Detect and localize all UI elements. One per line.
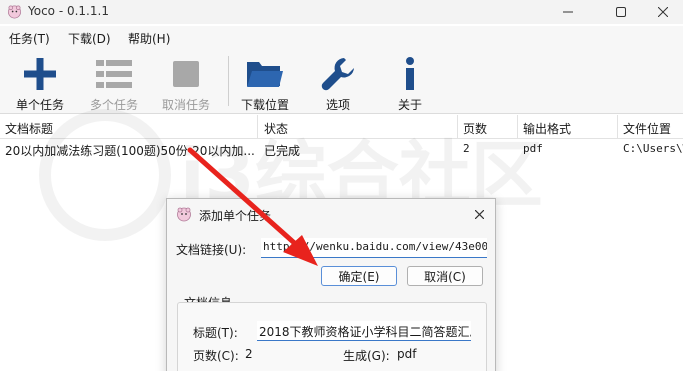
cell-pages: 2: [463, 142, 470, 155]
column-divider[interactable]: [517, 115, 518, 139]
header-location[interactable]: 文件位置: [623, 120, 671, 137]
pages-value: 2: [245, 347, 253, 361]
ok-button[interactable]: 确定(E): [321, 266, 397, 286]
folder-icon: [247, 62, 283, 87]
minimize-icon: [563, 11, 573, 13]
maximize-button[interactable]: [598, 0, 644, 24]
menu-download[interactable]: 下载(D): [68, 30, 111, 47]
cell-format: pdf: [523, 142, 543, 155]
options-button[interactable]: 选项: [310, 48, 366, 114]
app-logo-icon: [8, 5, 21, 19]
options-label: 选项: [325, 98, 350, 112]
url-label: 文档链接(U):: [176, 243, 247, 257]
toolbar: 单个任务 多个任务 取消任务 下载位置 选项 关于: [0, 48, 683, 114]
single-task-button[interactable]: 单个任务: [12, 48, 68, 114]
title-input[interactable]: 2018下教师资格证小学科目二简答题汇总: [257, 321, 471, 341]
close-button[interactable]: [640, 0, 683, 24]
dialog-close-button[interactable]: [469, 204, 489, 224]
cell-status: 已完成: [264, 144, 301, 158]
list-icon: [96, 60, 132, 88]
header-format[interactable]: 输出格式: [523, 120, 571, 137]
column-divider[interactable]: [457, 115, 458, 139]
about-label: 关于: [397, 98, 422, 112]
title-label: 标题(T):: [193, 326, 238, 340]
menu-task[interactable]: 任务(T): [9, 30, 50, 47]
single-task-label: 单个任务: [15, 98, 64, 112]
cell-location: C:\Users\W: [623, 142, 683, 155]
toolbar-separator: [228, 56, 229, 106]
info-icon: [406, 57, 414, 90]
header-status[interactable]: 状态: [264, 120, 288, 137]
dialog-title-bar[interactable]: 添加单个任务: [167, 199, 495, 229]
header-title[interactable]: 文档标题: [5, 120, 53, 137]
table-row[interactable]: 20以内加减法练习题(100题)50份-20以内加... 已完成 2 pdf C…: [0, 139, 683, 159]
menu-help[interactable]: 帮助(H): [128, 30, 170, 47]
column-divider[interactable]: [617, 115, 618, 139]
cell-title: 20以内加减法练习题(100题)50份-20以内加...: [5, 144, 255, 158]
menu-bar: 任务(T) 下载(D) 帮助(H): [0, 26, 683, 48]
url-input[interactable]: https://wenku.baidu.com/view/43e005d: [261, 238, 487, 258]
close-icon: [474, 209, 484, 219]
stop-icon: [173, 61, 199, 87]
pages-label: 页数(C):: [193, 349, 239, 363]
cancel-task-label: 取消任务: [161, 98, 210, 112]
minimize-button[interactable]: [545, 0, 591, 24]
cancel-task-button[interactable]: 取消任务: [158, 48, 214, 114]
window-title: Yoco - 0.1.1.1: [28, 4, 109, 18]
generate-value: pdf: [397, 347, 417, 361]
cancel-button[interactable]: 取消(C): [407, 266, 483, 286]
column-divider[interactable]: [257, 115, 258, 139]
about-button[interactable]: 关于: [382, 48, 438, 114]
generate-label: 生成(G):: [343, 349, 390, 363]
plus-icon: [24, 58, 56, 90]
table-header: 文档标题 状态 页数 输出格式 文件位置: [0, 115, 683, 139]
wrench-icon: [321, 58, 354, 91]
header-pages[interactable]: 页数: [463, 120, 487, 137]
title-bar: Yoco - 0.1.1.1: [0, 0, 683, 24]
dialog-title: 添加单个任务: [199, 209, 272, 223]
add-single-task-dialog: 添加单个任务 文档链接(U): https://wenku.baidu.com/…: [166, 198, 496, 371]
maximize-icon: [616, 7, 626, 17]
download-location-button[interactable]: 下载位置: [237, 48, 293, 114]
app-logo-icon: [177, 207, 191, 222]
multi-task-button[interactable]: 多个任务: [86, 48, 142, 114]
download-location-label: 下载位置: [240, 98, 289, 112]
close-icon: [658, 7, 668, 17]
multi-task-label: 多个任务: [89, 98, 138, 112]
